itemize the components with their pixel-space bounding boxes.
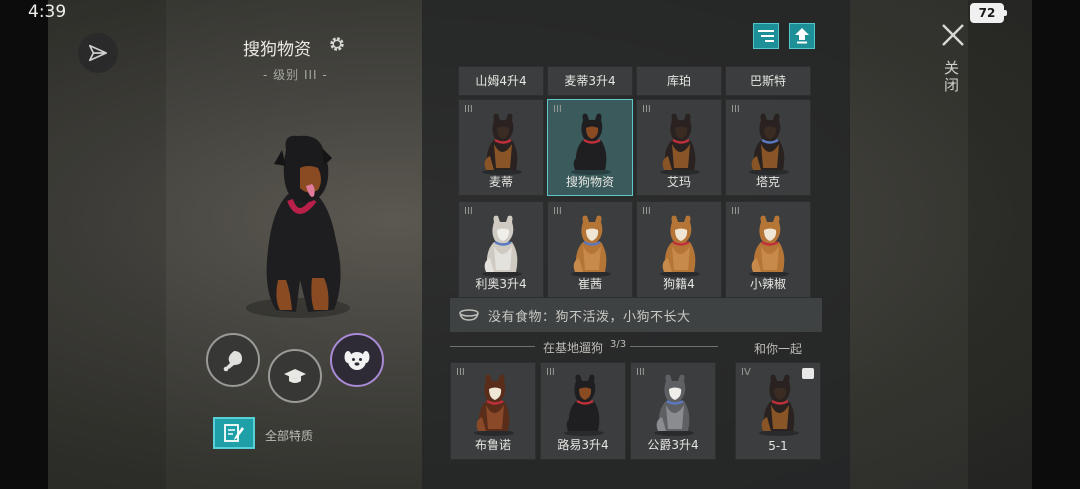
dog-card[interactable]: 巴斯特 — [725, 66, 811, 96]
dog-card[interactable]: III 狗籍4 — [636, 201, 722, 298]
dog-name-title: 搜狗物资 — [243, 40, 311, 60]
graduation-cap-icon — [284, 369, 306, 383]
dog-card-name: 麦蒂 — [488, 175, 513, 189]
upload-button[interactable] — [789, 23, 815, 49]
notepad-edit-icon — [224, 424, 244, 442]
dog-card-name: 山姆4升4 — [475, 74, 527, 88]
game-screen: 搜狗物资 - 级别 III - 全部特质 山姆4升4 麦蒂3升4 库珀 巴斯特 … — [48, 0, 1032, 489]
dog-card[interactable]: III 崔茜 — [547, 201, 633, 298]
dog-card-name: 5-1 — [768, 439, 788, 453]
dog-card[interactable]: 麦蒂3升4 — [547, 66, 633, 96]
dog-thumbnail — [749, 113, 789, 175]
dog-card-selected[interactable]: III 搜狗物资 — [547, 99, 633, 196]
meat-icon — [223, 351, 242, 372]
dog-thumbnail — [660, 113, 700, 175]
dog-thumbnail — [660, 215, 700, 277]
train-button[interactable] — [268, 349, 322, 403]
feed-button[interactable] — [206, 333, 260, 387]
bowl-icon — [459, 309, 479, 321]
dog-card[interactable]: III 塔克 — [725, 99, 811, 196]
walking-dog-card[interactable]: III 路易3升4 — [540, 362, 626, 460]
all-traits-label: 全部特质 — [265, 429, 314, 443]
dog-thumbnail — [654, 374, 694, 436]
status-time: 4:39 — [28, 2, 67, 22]
walking-count: 3/3 — [610, 339, 627, 350]
dog-card[interactable]: 山姆4升4 — [458, 66, 544, 96]
sort-button[interactable] — [753, 23, 779, 49]
dog-card-name: 狗籍4 — [663, 277, 695, 291]
dog-thumbnail — [571, 113, 611, 175]
dog-card-name: 搜狗物资 — [565, 175, 614, 189]
left-shade — [48, 0, 166, 489]
dog-face-icon — [344, 351, 370, 370]
dog-card-name: 公爵3升4 — [647, 438, 699, 452]
dog-thumbnail — [474, 374, 514, 436]
dog-thumbnail — [564, 374, 604, 436]
all-traits-button[interactable] — [213, 417, 255, 449]
with-you-label: 和你一起 — [754, 342, 803, 356]
walking-header: 在基地遛狗 3/3 — [450, 339, 718, 355]
dog-thumbnail — [571, 215, 611, 277]
dog-card-name: 路易3升4 — [557, 438, 609, 452]
dog-thumbnail — [482, 113, 522, 175]
dog-card[interactable]: III 麦蒂 — [458, 99, 544, 196]
close-label[interactable]: 关闭 — [941, 60, 962, 94]
divider — [630, 346, 718, 347]
food-notice-text: 没有食物：狗不活泼，小狗不长大 — [488, 309, 691, 325]
dog-card-name: 库珀 — [666, 74, 691, 88]
send-button[interactable] — [78, 33, 118, 73]
walking-dog-card[interactable]: III 公爵3升4 — [630, 362, 716, 460]
dog-grid: 山姆4升4 麦蒂3升4 库珀 巴斯特 III 麦蒂 III 搜狗物资 III 艾… — [457, 66, 815, 298]
dog-thumbnail — [759, 374, 799, 436]
dog-card-name: 利奥3升4 — [475, 277, 527, 291]
close-icon[interactable] — [940, 22, 966, 48]
dog-card-name: 崔茜 — [577, 277, 602, 291]
companion-dog-card[interactable]: IV 5-1 — [735, 362, 821, 460]
battery-indicator: 72 — [970, 3, 1007, 23]
dog-card-name: 小辣椒 — [749, 277, 786, 291]
dog-card[interactable]: III 利奥3升4 — [458, 201, 544, 298]
dog-card[interactable]: III 艾玛 — [636, 99, 722, 196]
dog-card[interactable]: 库珀 — [636, 66, 722, 96]
dog-profile-button[interactable] — [330, 333, 384, 387]
dog-card-name: 麦蒂3升4 — [564, 74, 616, 88]
dog-card-name: 塔克 — [755, 175, 780, 189]
dog-portrait — [246, 135, 350, 318]
send-icon — [88, 44, 108, 62]
right-shade — [968, 0, 1032, 489]
gear-icon[interactable] — [328, 35, 346, 53]
dog-thumbnail — [482, 215, 522, 277]
dog-card[interactable]: III 小辣椒 — [725, 201, 811, 298]
walking-dog-card[interactable]: III 布鲁诺 — [450, 362, 536, 460]
dog-card-name: 巴斯特 — [749, 74, 786, 88]
sort-lines-icon — [758, 30, 774, 42]
dog-level: - 级别 III - — [263, 68, 328, 82]
food-notice-bar: 没有食物：狗不活泼，小狗不长大 — [450, 298, 822, 332]
dog-card-name: 布鲁诺 — [474, 438, 511, 452]
dog-card-name: 艾玛 — [666, 175, 691, 189]
dog-thumbnail — [749, 215, 789, 277]
arrow-up-icon — [795, 28, 809, 44]
divider — [450, 346, 535, 347]
walking-title: 在基地遛狗 — [543, 341, 604, 355]
